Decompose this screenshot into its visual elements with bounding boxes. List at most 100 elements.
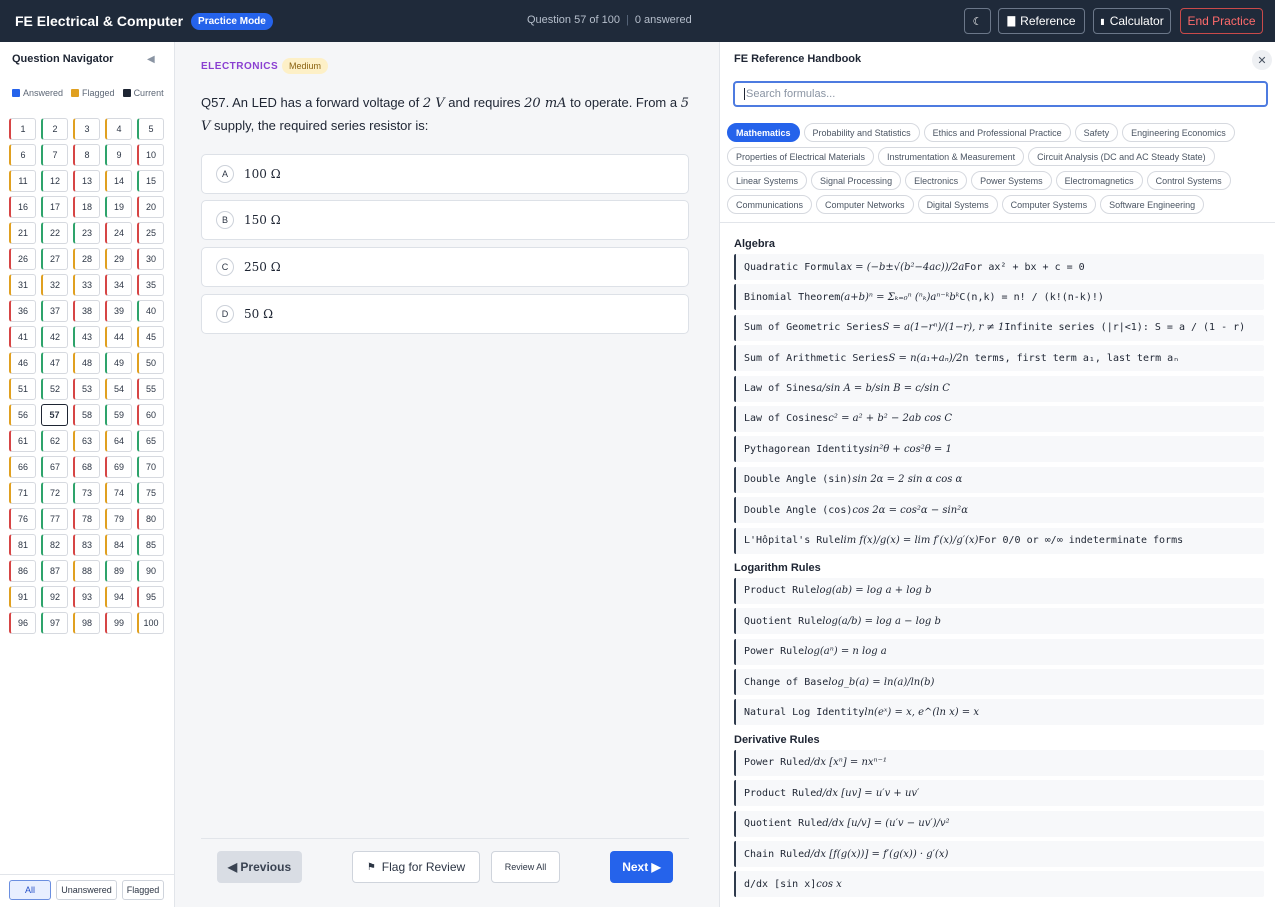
question-cell[interactable]: 18 [73, 196, 100, 218]
formula-card[interactable]: Sum of Arithmetic Series S = n(a₁+aₙ)/2 n … [734, 345, 1264, 372]
filter-unanswered-button[interactable]: Unanswered [56, 880, 117, 900]
reference-tab[interactable]: Circuit Analysis (DC and AC Steady State… [1028, 147, 1215, 166]
question-cell[interactable]: 39 [105, 300, 132, 322]
question-cell[interactable]: 86 [9, 560, 36, 582]
option-c[interactable]: C 250 Ω [201, 247, 689, 287]
formula-card[interactable]: Natural Log Identity ln(eˣ) = x, e^(ln x)… [734, 699, 1264, 726]
question-cell[interactable]: 65 [137, 430, 164, 452]
question-cell[interactable]: 53 [73, 378, 100, 400]
question-cell[interactable]: 100 [137, 612, 164, 634]
filter-all-button[interactable]: All [9, 880, 51, 900]
question-cell[interactable]: 36 [9, 300, 36, 322]
question-cell[interactable]: 5 [137, 118, 164, 140]
question-cell[interactable]: 15 [137, 170, 164, 192]
reference-tab[interactable]: Properties of Electrical Materials [727, 147, 875, 166]
formula-card[interactable]: Law of Sines a/sin A = b/sin B = c/sin C [734, 375, 1264, 402]
question-cell[interactable]: 51 [9, 378, 36, 400]
reference-tab[interactable]: Software Engineering [1100, 195, 1205, 214]
reference-tab[interactable]: Engineering Economics [1122, 123, 1235, 142]
question-cell[interactable]: 22 [41, 222, 68, 244]
question-cell[interactable]: 43 [73, 326, 100, 348]
theme-toggle-button[interactable]: ☾ [964, 8, 991, 34]
question-cell[interactable]: 2 [41, 118, 68, 140]
question-cell[interactable]: 25 [137, 222, 164, 244]
formula-card[interactable]: Chain Rule d/dx [f(g(x))] = f′(g(x)) · g′… [734, 841, 1264, 868]
question-cell[interactable]: 99 [105, 612, 132, 634]
question-cell[interactable]: 10 [137, 144, 164, 166]
question-cell[interactable]: 46 [9, 352, 36, 374]
question-cell[interactable]: 56 [9, 404, 36, 426]
question-cell[interactable]: 50 [137, 352, 164, 374]
question-cell[interactable]: 30 [137, 248, 164, 270]
question-cell[interactable]: 62 [41, 430, 68, 452]
question-cell[interactable]: 81 [9, 534, 36, 556]
question-cell[interactable]: 35 [137, 274, 164, 296]
previous-button[interactable]: ◀ Previous [217, 851, 302, 883]
question-cell[interactable]: 12 [41, 170, 68, 192]
question-cell[interactable]: 95 [137, 586, 164, 608]
question-cell[interactable]: 71 [9, 482, 36, 504]
question-cell[interactable]: 20 [137, 196, 164, 218]
formula-card[interactable]: Quadratic Formula x = (−b±√(b²−4ac))/2a Fo… [734, 254, 1264, 280]
question-cell[interactable]: 21 [9, 222, 36, 244]
question-cell[interactable]: 32 [41, 274, 68, 296]
question-cell[interactable]: 14 [105, 170, 132, 192]
formula-card[interactable]: Quotient Rule log(a/b) = log a − log b [734, 608, 1264, 635]
formula-card[interactable]: Product Rule d/dx [uv] = u′v + uv′ [734, 780, 1264, 807]
question-cell[interactable]: 4 [105, 118, 132, 140]
question-cell[interactable]: 66 [9, 456, 36, 478]
question-cell[interactable]: 96 [9, 612, 36, 634]
question-cell[interactable]: 97 [41, 612, 68, 634]
question-cell[interactable]: 54 [105, 378, 132, 400]
question-cell[interactable]: 23 [73, 222, 100, 244]
question-cell[interactable]: 83 [73, 534, 100, 556]
question-cell[interactable]: 29 [105, 248, 132, 270]
question-cell[interactable]: 52 [41, 378, 68, 400]
formula-card[interactable]: Change of Base log_b(a) = ln(a)/ln(b) [734, 669, 1264, 696]
question-cell[interactable]: 93 [73, 586, 100, 608]
formula-card[interactable]: Power Rule d/dx [xⁿ] = nxⁿ⁻¹ [734, 749, 1264, 776]
question-cell[interactable]: 76 [9, 508, 36, 530]
formula-card[interactable]: Double Angle (cos) cos 2α = cos²α − sin²α [734, 497, 1264, 524]
question-cell[interactable]: 6 [9, 144, 36, 166]
question-cell[interactable]: 1 [9, 118, 36, 140]
question-cell[interactable]: 60 [137, 404, 164, 426]
collapse-icon[interactable]: ◀ [147, 54, 155, 65]
reference-tab[interactable]: Signal Processing [811, 171, 902, 190]
question-cell[interactable]: 41 [9, 326, 36, 348]
reference-tab[interactable]: Digital Systems [917, 195, 998, 214]
question-cell[interactable]: 58 [73, 404, 100, 426]
question-cell[interactable]: 44 [105, 326, 132, 348]
formula-search-input[interactable]: Search formulas... [733, 81, 1268, 107]
question-cell[interactable]: 37 [41, 300, 68, 322]
option-b[interactable]: B 150 Ω [201, 200, 689, 240]
reference-tab[interactable]: Mathematics [727, 123, 800, 142]
question-cell[interactable]: 80 [137, 508, 164, 530]
question-cell[interactable]: 72 [41, 482, 68, 504]
question-cell[interactable]: 84 [105, 534, 132, 556]
reference-tab[interactable]: Electronics [905, 171, 968, 190]
question-cell[interactable]: 27 [41, 248, 68, 270]
formula-card[interactable]: Binomial Theorem (a+b)ⁿ = Σₖ₌₀ⁿ (ⁿₖ)aⁿ⁻ᵏb… [734, 284, 1264, 311]
reference-tab[interactable]: Linear Systems [727, 171, 808, 190]
reference-tab[interactable]: Safety [1074, 123, 1119, 142]
option-d[interactable]: D 50 Ω [201, 294, 689, 334]
question-cell[interactable]: 55 [137, 378, 164, 400]
question-cell[interactable]: 90 [137, 560, 164, 582]
question-cell[interactable]: 73 [73, 482, 100, 504]
question-cell[interactable]: 8 [73, 144, 100, 166]
reference-tab[interactable]: Electromagnetics [1055, 171, 1143, 190]
question-cell[interactable]: 16 [9, 196, 36, 218]
question-cell[interactable]: 38 [73, 300, 100, 322]
reference-tab[interactable]: Communications [727, 195, 813, 214]
question-cell[interactable]: 61 [9, 430, 36, 452]
reference-tab[interactable]: Probability and Statistics [803, 123, 920, 142]
formula-card[interactable]: d/dx [sin x] cos x [734, 871, 1264, 898]
review-all-button[interactable]: Review All [491, 851, 560, 883]
formula-card[interactable]: L'Hôpital's Rule lim f(x)/g(x) = lim f′(x… [734, 527, 1264, 554]
formula-card[interactable]: Pythagorean Identity sin²θ + cos²θ = 1 [734, 436, 1264, 463]
reference-button[interactable]: ▇ Reference [998, 8, 1085, 34]
question-cell[interactable]: 78 [73, 508, 100, 530]
filter-flagged-button[interactable]: Flagged [122, 880, 164, 900]
reference-tab[interactable]: Power Systems [971, 171, 1052, 190]
